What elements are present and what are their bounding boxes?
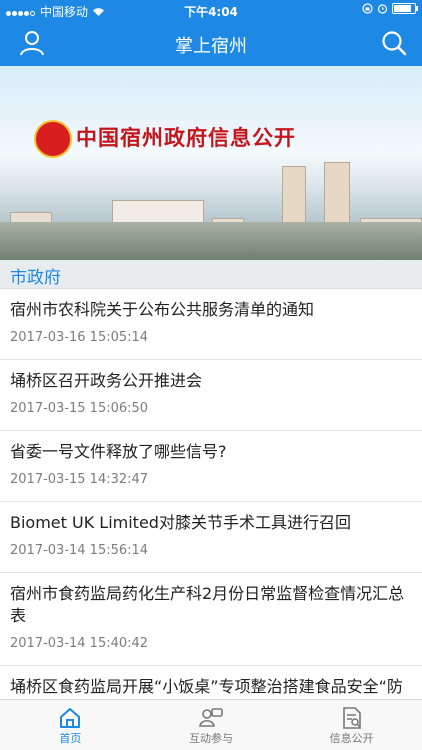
- status-right: [362, 3, 418, 14]
- banner-text: 中国宿州政府信息公开: [76, 125, 296, 150]
- news-date: 2017-03-14 15:56:14: [10, 543, 149, 558]
- news-item[interactable]: Biomet UK Limited对膝关节手术工具进行召回 2017-03-14…: [0, 502, 422, 573]
- news-date: 2017-03-14 15:40:42: [10, 636, 149, 651]
- news-item[interactable]: 埇桥区召开政务公开推进会 2017-03-15 15:06:50: [0, 360, 422, 431]
- tab-label: 信息公开: [329, 732, 374, 745]
- document-icon: [342, 707, 361, 729]
- tab-label: 互动参与: [189, 732, 233, 745]
- news-item[interactable]: 宿州市食药监局药化生产科2月份日常监督检查情况汇总表 2017-03-14 15…: [0, 573, 422, 666]
- news-title: 省委一号文件释放了哪些信号?: [10, 442, 227, 461]
- news-item[interactable]: 省委一号文件释放了哪些信号? 2017-03-15 14:32:47: [0, 431, 422, 502]
- news-title: Biomet UK Limited对膝关节手术工具进行召回: [10, 513, 351, 532]
- news-date: 2017-03-16 15:05:14: [10, 330, 149, 345]
- national-emblem-icon: [34, 120, 72, 158]
- interaction-icon: [199, 708, 223, 727]
- nav-bar: 掌上宿州: [0, 20, 422, 66]
- page-title: 掌上宿州: [175, 36, 247, 57]
- home-icon: [60, 708, 81, 728]
- news-title: 宿州市农科院关于公布公共服务清单的通知: [10, 300, 315, 319]
- tab-bar: 首页 互动参与 信息公开: [0, 699, 422, 750]
- tab-interaction[interactable]: 互动参与: [141, 700, 282, 750]
- news-date: 2017-03-15 15:06:50: [10, 401, 149, 416]
- section-header: 市政府: [0, 260, 422, 289]
- news-title: 宿州市食药监局药化生产科2月份日常监督检查情况汇总表: [10, 584, 405, 625]
- banner-image[interactable]: 中国宿州政府信息公开: [0, 66, 422, 260]
- tab-info-public[interactable]: 信息公开: [281, 700, 422, 750]
- lock-rotation-icon: [362, 3, 373, 14]
- battery-icon: [392, 3, 418, 14]
- tab-label: 首页: [59, 732, 82, 745]
- news-title: 埇桥区召开政务公开推进会: [10, 371, 203, 390]
- banner-ground: [0, 222, 422, 260]
- tab-home[interactable]: 首页: [0, 700, 141, 750]
- news-date: 2017-03-15 14:32:47: [10, 472, 149, 487]
- section-title: 市政府: [10, 268, 61, 288]
- search-icon[interactable]: [380, 29, 408, 57]
- alarm-icon: [377, 4, 388, 14]
- status-time: 下午4:04: [184, 5, 238, 19]
- news-list: 宿州市农科院关于公布公共服务清单的通知 2017-03-16 15:05:14 …: [0, 289, 422, 746]
- status-bar: 中国移动 下午4:04: [0, 0, 422, 20]
- news-item[interactable]: 宿州市农科院关于公布公共服务清单的通知 2017-03-16 15:05:14: [0, 289, 422, 360]
